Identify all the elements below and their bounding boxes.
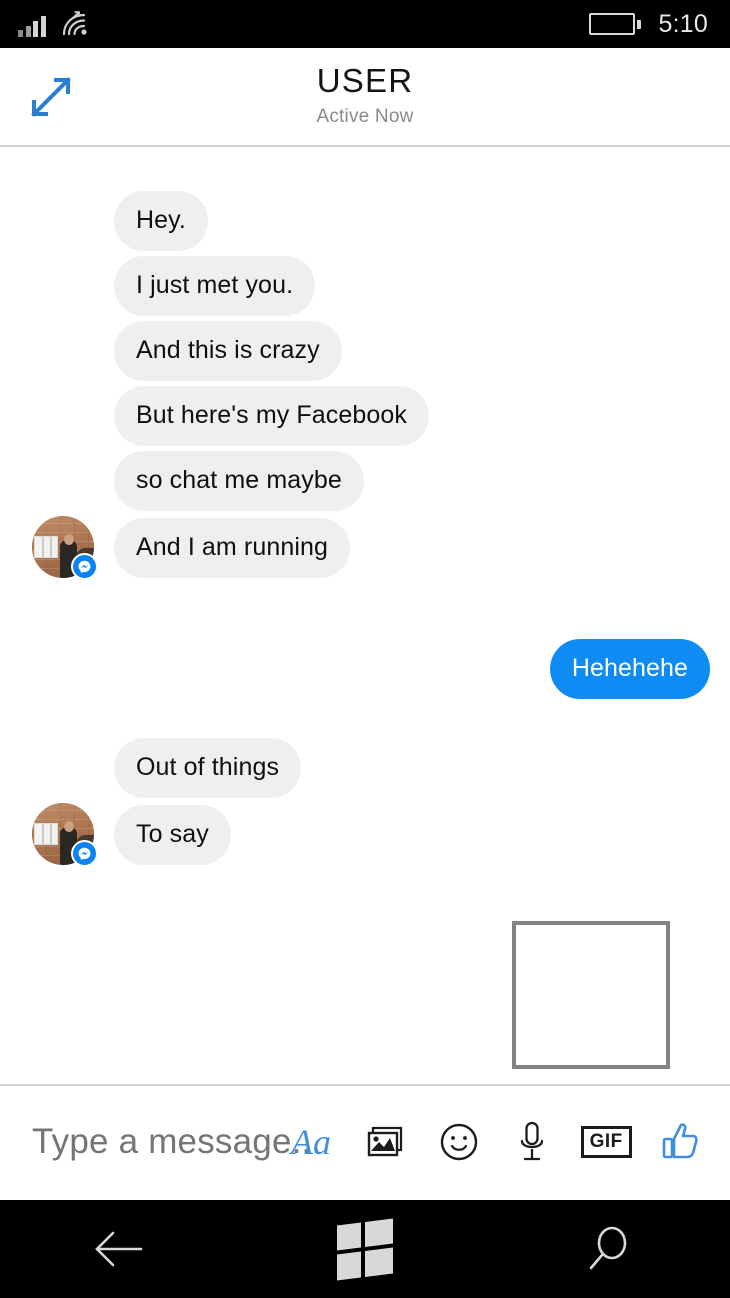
message-row: And I am running	[0, 516, 730, 580]
message-bubble[interactable]: And I am running	[114, 518, 350, 578]
back-arrow-icon[interactable]	[67, 1209, 177, 1289]
message-bubble[interactable]: Hey.	[114, 191, 208, 251]
status-bar-left	[18, 11, 94, 37]
message-bubble[interactable]: Hehehehe	[549, 639, 710, 699]
status-bar-right: 5:10	[589, 10, 708, 39]
message-row: I just met you.	[0, 256, 730, 316]
photo-gallery-icon[interactable]	[357, 1114, 413, 1170]
message-list[interactable]: Hey. I just met you. And this is crazy B…	[0, 147, 730, 1084]
message-row: And this is crazy	[0, 321, 730, 381]
avatar-slot	[18, 516, 114, 580]
signal-bars-icon	[18, 15, 46, 37]
message-row: Hey.	[0, 191, 730, 251]
system-nav-bar	[0, 1197, 730, 1298]
message-row: so chat me maybe	[0, 451, 730, 511]
windows-home-icon[interactable]	[310, 1209, 420, 1289]
presence-status: Active Now	[316, 106, 414, 128]
message-bubble[interactable]: I just met you.	[114, 256, 316, 316]
search-icon[interactable]	[553, 1209, 663, 1289]
page-title: USER	[316, 61, 414, 99]
message-row: To say	[0, 803, 730, 867]
message-bubble[interactable]: And this is crazy	[114, 321, 342, 381]
emoji-smiley-icon[interactable]	[431, 1114, 487, 1170]
avatar-slot	[18, 803, 114, 867]
message-gap	[0, 583, 730, 639]
gif-icon[interactable]: GIF	[578, 1114, 634, 1170]
messenger-badge-icon	[71, 840, 98, 867]
gif-label: GIF	[580, 1125, 632, 1158]
composer-actions: Aa GIF	[283, 1114, 708, 1170]
messenger-badge-icon	[71, 553, 98, 580]
message-bubble[interactable]: To say	[114, 805, 231, 865]
message-row: But here's my Facebook	[0, 386, 730, 446]
message-bubble[interactable]: so chat me maybe	[114, 451, 364, 511]
wifi-icon	[60, 11, 94, 37]
status-bar: 5:10	[0, 0, 730, 48]
image-attachment-placeholder[interactable]	[512, 921, 670, 1069]
message-gap	[0, 704, 730, 738]
text-format-icon[interactable]: Aa	[283, 1114, 339, 1170]
avatar[interactable]	[32, 803, 98, 867]
message-composer: Aa	[0, 1084, 730, 1197]
message-row: Out of things	[0, 738, 730, 798]
thumbs-up-icon[interactable]	[652, 1114, 708, 1170]
message-bubble[interactable]: But here's my Facebook	[114, 386, 429, 446]
message-row: Hehehehe	[0, 639, 730, 699]
chat-header: USER Active Now	[0, 48, 730, 147]
header-titles: USER Active Now	[316, 61, 414, 128]
battery-icon	[589, 13, 641, 35]
message-bubble[interactable]: Out of things	[114, 738, 302, 798]
expand-arrows-icon[interactable]	[20, 66, 82, 128]
status-clock: 5:10	[658, 9, 708, 38]
avatar[interactable]	[32, 516, 98, 580]
microphone-icon[interactable]	[504, 1114, 560, 1170]
text-format-label: Aa	[291, 1121, 331, 1162]
messenger-app-screen: 5:10 USER Active Now Hey. I just met you…	[0, 0, 730, 1298]
